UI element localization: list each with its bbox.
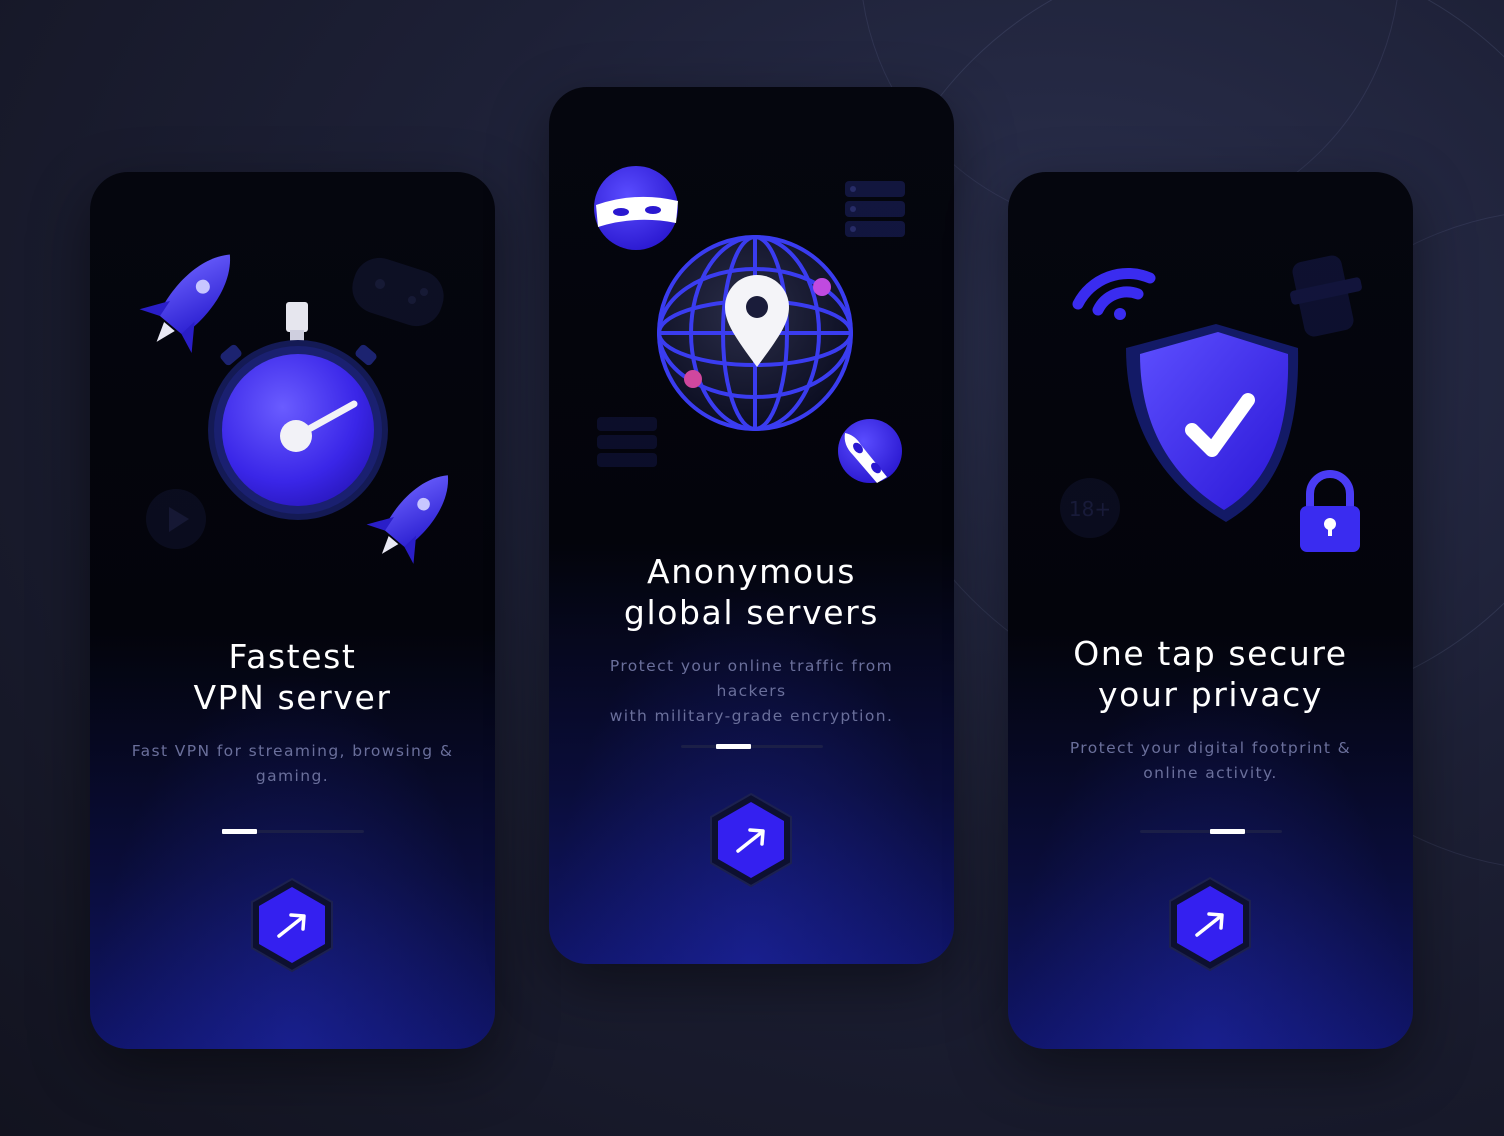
server-icon <box>845 181 905 237</box>
anonymous-mask-icon <box>594 166 678 250</box>
wifi-icon <box>1072 267 1156 320</box>
onboarding-screen-anonymous-servers: Anonymous global servers Protect your on… <box>549 87 954 964</box>
speed-illustration <box>139 254 448 564</box>
play-icon <box>146 489 206 549</box>
onboarding-screen-secure-privacy: 18+ One tap secure your privacy Protect … <box>1008 172 1413 1049</box>
page-indicator-active <box>222 829 257 834</box>
page-indicator-active <box>1210 829 1245 834</box>
screen-title: One tap secure your privacy <box>1073 634 1348 714</box>
shield-icon <box>1126 324 1299 522</box>
globe-illustration <box>594 166 905 483</box>
page-indicator-active <box>716 744 751 749</box>
phone-icon <box>1290 255 1362 337</box>
screen-title: Anonymous global servers <box>623 552 880 632</box>
rocket-icon <box>139 254 230 353</box>
lock-icon <box>1300 470 1360 552</box>
stopwatch-icon <box>208 302 388 520</box>
age-restriction-icon: 18+ <box>1060 478 1120 538</box>
screen-title: Fastest VPN server <box>193 637 392 717</box>
page-indicator <box>681 744 823 749</box>
page-indicator <box>1140 829 1282 834</box>
onboarding-screen-fastest-vpn: Fastest VPN server Fast VPN for streamin… <box>90 172 495 1049</box>
screen-subtitle: Protect your digital footprint & online … <box>1069 739 1352 782</box>
anonymous-mask-icon <box>838 419 902 483</box>
next-button[interactable] <box>701 790 801 890</box>
server-icon <box>597 417 657 467</box>
screen-subtitle: Protect your online traffic from hackers… <box>609 657 894 725</box>
page-indicator <box>222 829 364 834</box>
gamepad-icon <box>352 257 444 327</box>
shield-illustration: 18+ <box>1060 255 1362 552</box>
next-button[interactable] <box>1160 874 1260 974</box>
next-button[interactable] <box>242 875 342 975</box>
age-badge-label: 18+ <box>1069 497 1111 521</box>
screen-subtitle: Fast VPN for streaming, browsing & gamin… <box>131 742 454 785</box>
